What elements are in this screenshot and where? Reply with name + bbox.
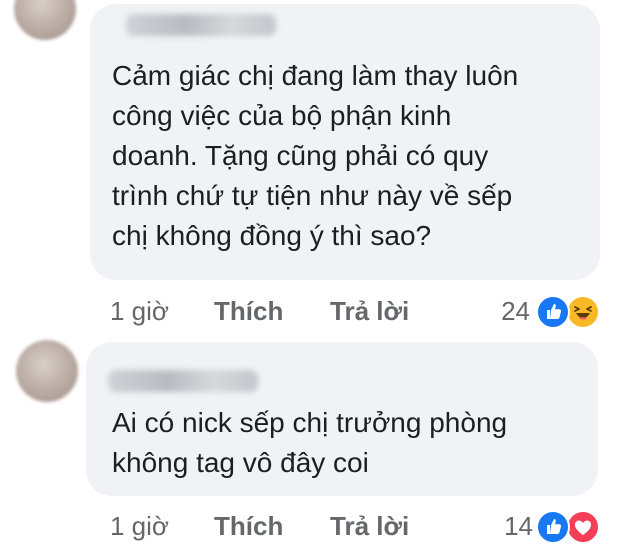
comment-text: Cảm giác chị đang làm thay luôn công việ…	[112, 60, 519, 251]
like-button[interactable]: Thích	[214, 296, 283, 327]
avatar[interactable]	[16, 340, 78, 402]
comment-author-name-blurred[interactable]	[108, 370, 258, 392]
reaction-count[interactable]: 24	[494, 296, 530, 327]
reaction-count[interactable]: 14	[497, 511, 533, 542]
avatar[interactable]	[14, 0, 76, 40]
love-icon[interactable]	[566, 510, 600, 544]
comment-author-name-blurred[interactable]	[126, 14, 276, 36]
comment-text: Ai có nick sếp chị trưởng phòng không ta…	[112, 407, 508, 478]
like-button[interactable]: Thích	[214, 511, 283, 542]
comment-action-row: 1 giờ Thích Trả lời 24	[0, 292, 624, 332]
comment-action-row: 1 giờ Thích Trả lời 14	[0, 507, 624, 547]
comment-timestamp[interactable]: 1 giờ	[110, 511, 169, 542]
reply-button[interactable]: Trả lời	[330, 296, 409, 327]
comment-timestamp[interactable]: 1 giờ	[110, 296, 169, 327]
like-icon[interactable]	[536, 510, 570, 544]
like-icon[interactable]	[536, 295, 570, 329]
haha-icon[interactable]	[566, 295, 600, 329]
reply-button[interactable]: Trả lời	[330, 511, 409, 542]
